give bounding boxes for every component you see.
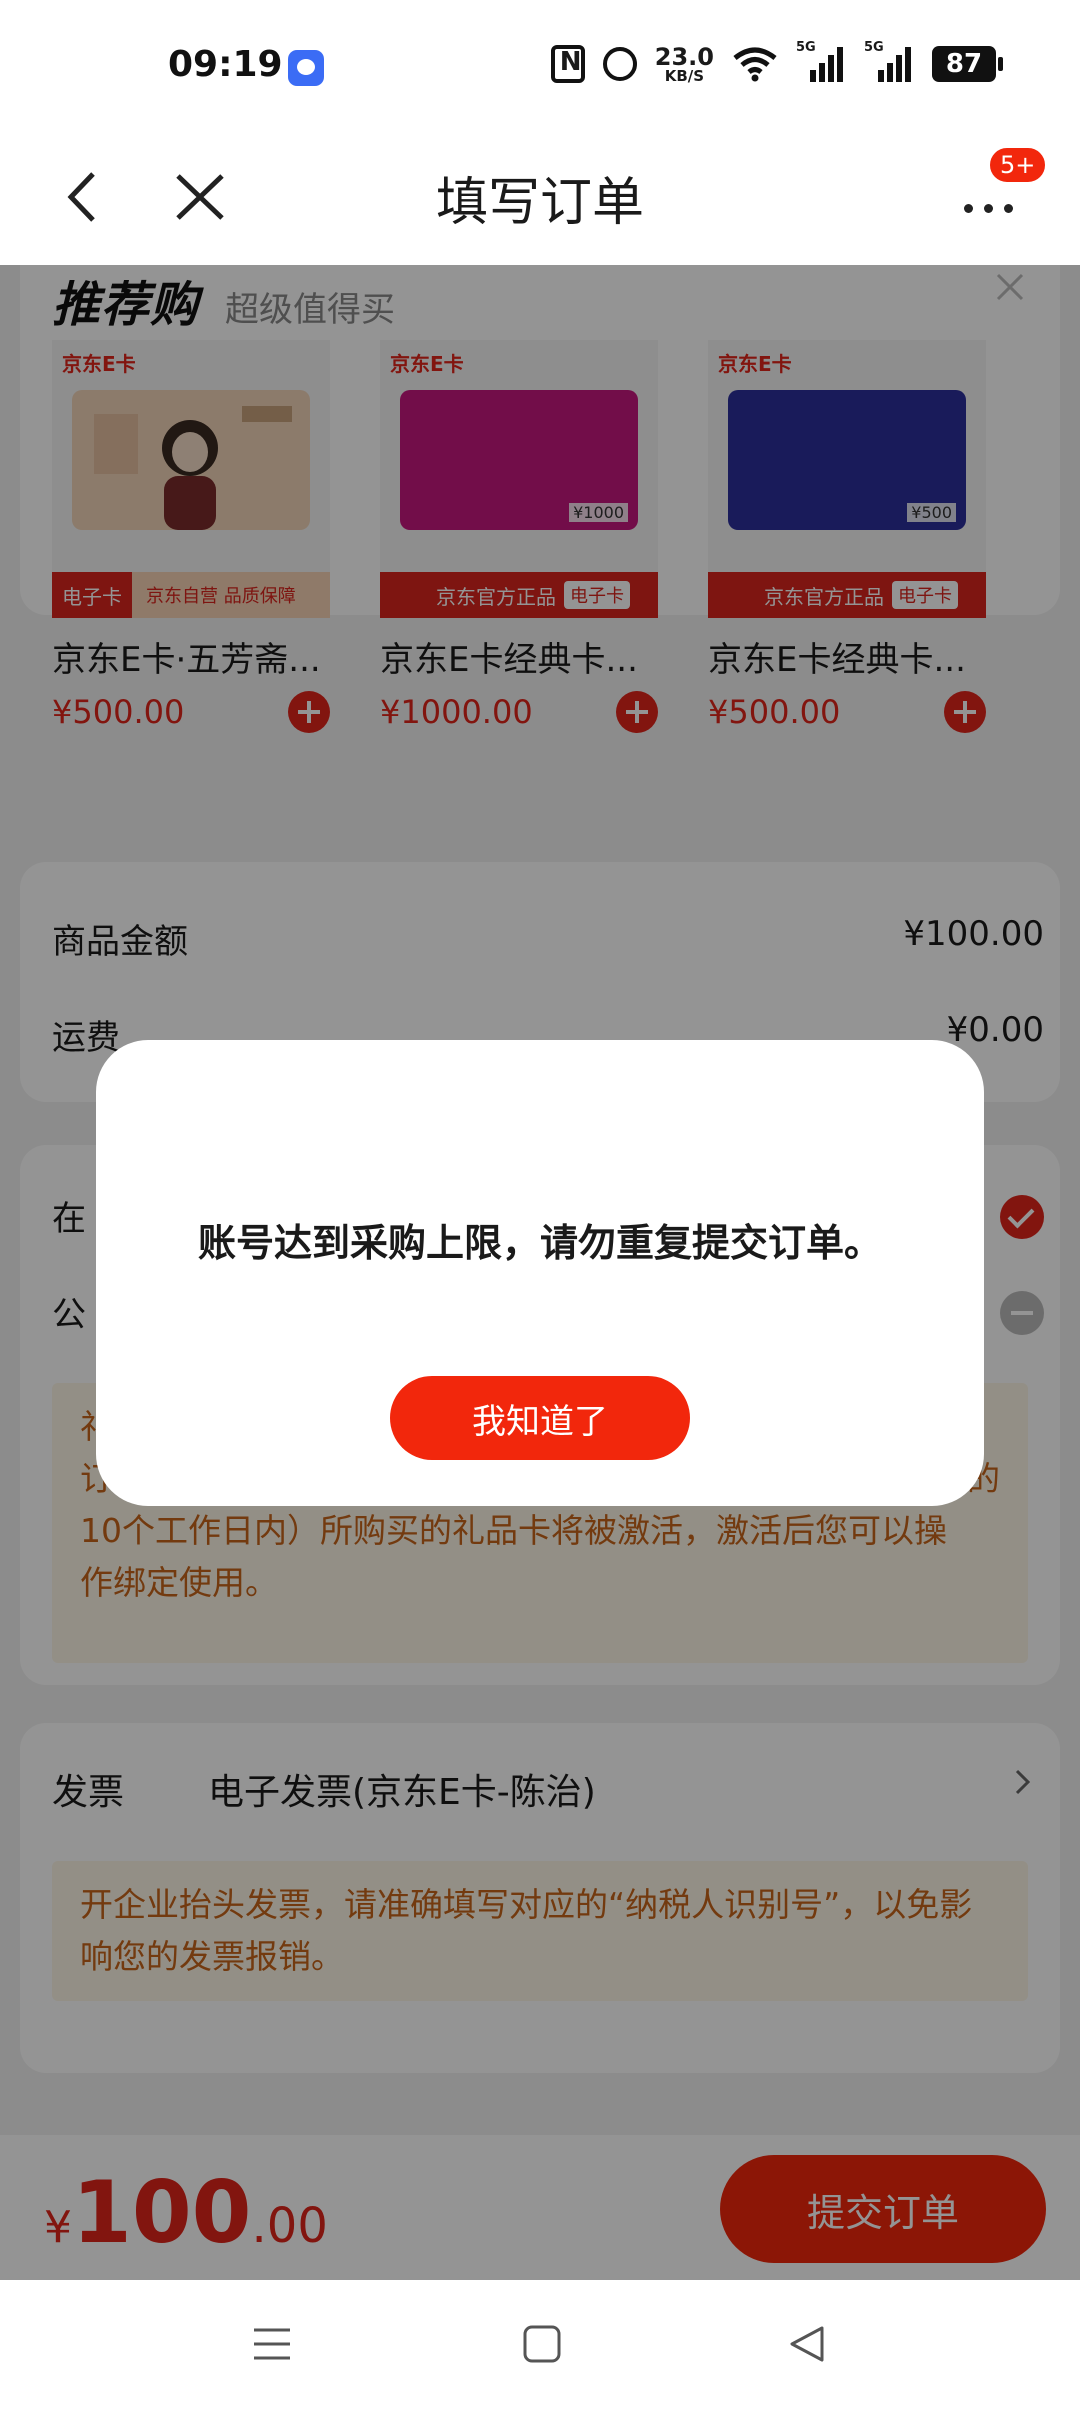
confirm-button[interactable]: 我知道了: [390, 1376, 690, 1460]
wifi-icon: [732, 46, 778, 82]
system-nav-bar: [0, 2280, 1080, 2412]
battery-icon: 87: [932, 46, 1003, 82]
status-icons: 23.0 KB/S 5G 5G: [550, 40, 1003, 84]
message-badge: 5+: [988, 146, 1048, 184]
signal-2-tag: 5G: [864, 40, 884, 55]
signal-icon-1: 5G: [796, 40, 846, 84]
network-speed: 23.0 KB/S: [655, 45, 714, 84]
network-speed-unit: KB/S: [664, 66, 705, 85]
home-icon[interactable]: [520, 2322, 564, 2366]
status-time: 09:19: [168, 44, 283, 85]
status-bar: 09:19 23.0 KB/S 5G 5G: [0, 0, 1080, 130]
dialog-message: 账号达到采购上限，请勿重复提交订单。: [197, 1221, 882, 1265]
signal-icon-2: 5G: [864, 40, 914, 84]
network-speed-value: 23.0: [654, 42, 714, 71]
app-notification-icon: [288, 50, 324, 86]
signal-1-tag: 5G: [796, 40, 816, 55]
page-title: 填写订单: [435, 173, 644, 233]
back-nav-icon[interactable]: [784, 2322, 828, 2366]
alert-dialog: 账号达到采购上限，请勿重复提交订单。 我知道了: [96, 1040, 984, 1506]
menu-icon[interactable]: [250, 2322, 294, 2366]
alarm-icon: [602, 47, 637, 81]
nfc-icon: [550, 45, 585, 83]
